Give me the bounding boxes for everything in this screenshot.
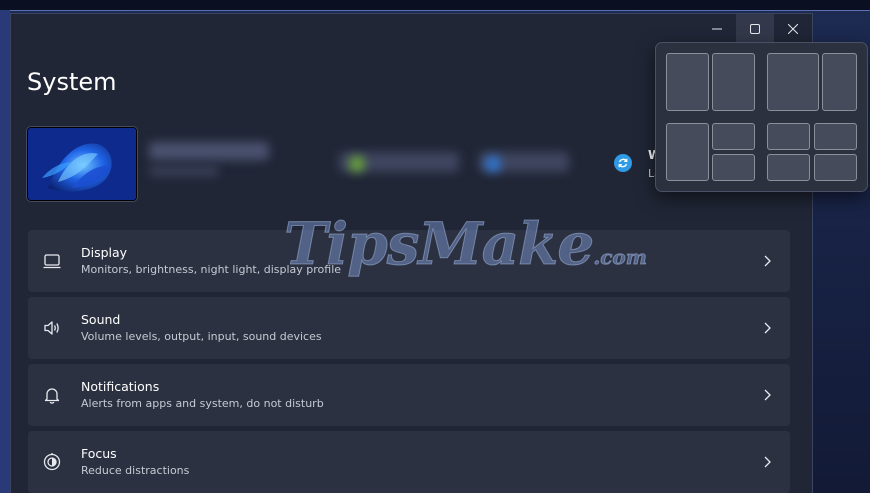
settings-item-title: Sound	[81, 312, 121, 327]
snap-layout-two-thirds-left[interactable]	[767, 53, 819, 111]
snap-layout-half-right[interactable]	[712, 53, 755, 111]
wallpaper-bloom-image	[28, 128, 136, 200]
maximize-button[interactable]	[736, 14, 774, 44]
snap-layout-quad-bottom-right[interactable]	[814, 154, 857, 181]
desktop-left-edge	[0, 10, 10, 493]
minimize-icon	[712, 28, 722, 30]
minimize-button[interactable]	[698, 14, 736, 44]
snap-layout-half-left[interactable]	[666, 53, 709, 111]
snap-layout-quad-top-right[interactable]	[814, 123, 857, 150]
close-icon	[788, 24, 798, 34]
settings-item-title: Focus	[81, 446, 117, 461]
settings-item-subtitle: Volume levels, output, input, sound devi…	[81, 330, 322, 343]
settings-list: Display Monitors, brightness, night ligh…	[28, 230, 790, 493]
settings-item-subtitle: Monitors, brightness, night light, displ…	[81, 263, 342, 276]
account-logo-blurred	[349, 156, 365, 172]
settings-item-title: Display	[81, 245, 128, 260]
chevron-right-icon	[764, 322, 771, 334]
device-thumbnail[interactable]	[27, 127, 137, 201]
page-title: System	[27, 68, 117, 96]
device-name-blurred	[149, 142, 269, 160]
maximize-icon	[750, 24, 760, 34]
settings-item-display[interactable]: Display Monitors, brightness, night ligh…	[28, 230, 790, 292]
snap-layout-bottom-right[interactable]	[712, 154, 755, 181]
snap-layout-quad-bottom-left[interactable]	[767, 154, 810, 181]
chevron-right-icon	[764, 456, 771, 468]
bell-icon	[44, 388, 60, 404]
settings-item-focus[interactable]: Focus Reduce distractions	[28, 431, 790, 493]
windows-update-icon	[614, 154, 632, 172]
settings-item-subtitle: Alerts from apps and system, do not dist…	[81, 397, 324, 410]
focus-icon	[43, 453, 61, 471]
settings-item-notifications[interactable]: Notifications Alerts from apps and syste…	[28, 364, 790, 426]
window-caption-buttons	[698, 14, 812, 44]
desktop-background: System Display Monitors, brightness, nig…	[0, 0, 870, 493]
snap-layout-quad-top-left[interactable]	[767, 123, 810, 150]
snap-layout-left-tall[interactable]	[666, 123, 709, 181]
snap-layout-top-right[interactable]	[712, 123, 755, 150]
snap-layouts-flyout	[655, 42, 868, 192]
settings-item-subtitle: Reduce distractions	[81, 464, 190, 477]
display-icon	[43, 254, 61, 269]
settings-item-title: Notifications	[81, 379, 160, 394]
device-model-blurred	[149, 166, 219, 176]
speaker-icon	[44, 321, 59, 335]
snap-layout-one-third-right[interactable]	[822, 53, 857, 111]
close-button[interactable]	[774, 14, 812, 44]
chevron-right-icon	[764, 255, 771, 267]
chevron-right-icon	[764, 389, 771, 401]
onedrive-logo-blurred	[485, 156, 501, 172]
desktop-top-stripe	[0, 0, 870, 11]
refresh-icon	[618, 158, 628, 168]
settings-item-sound[interactable]: Sound Volume levels, output, input, soun…	[28, 297, 790, 359]
